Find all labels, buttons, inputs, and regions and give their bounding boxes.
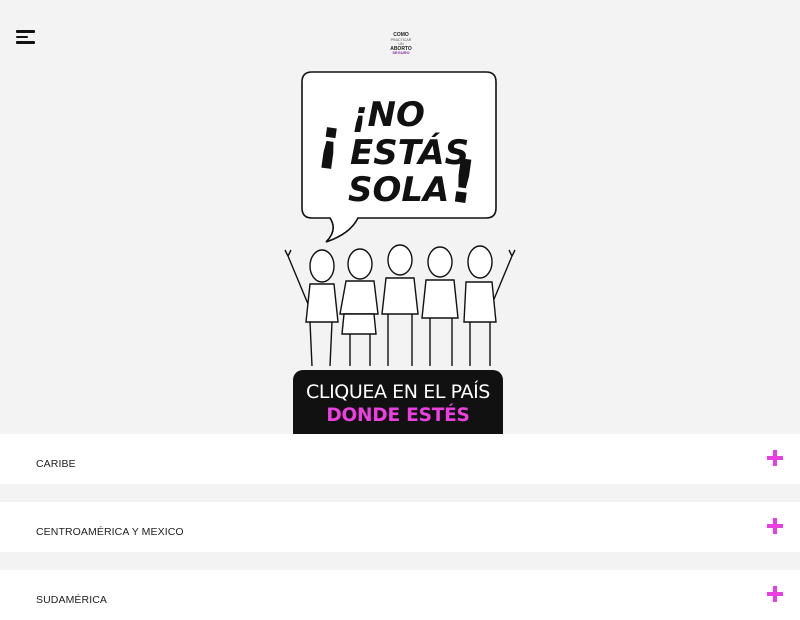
woman-1-legs xyxy=(309,321,333,367)
cta-line-1: CLIQUEA EN EL PAÍS xyxy=(306,381,490,403)
woman-5-body xyxy=(463,281,497,323)
region-label: SUDAMÉRICA xyxy=(36,594,108,606)
country-cta-banner[interactable]: CLIQUEA EN EL PAÍS DONDE ESTÉS xyxy=(293,370,503,434)
woman-2-body xyxy=(339,280,379,315)
speech-line-1: ¡NO xyxy=(352,95,425,135)
logo-text-4: SEGURO xyxy=(392,50,410,56)
woman-1-body xyxy=(305,283,339,323)
plus-icon[interactable] xyxy=(767,450,783,466)
cta-line-2: DONDE ESTÉS xyxy=(326,405,470,426)
region-accordion-caribe[interactable]: CARIBE xyxy=(0,434,800,484)
woman-5-legs xyxy=(469,322,491,366)
woman-5-head xyxy=(467,245,493,279)
menu-line xyxy=(16,30,35,33)
woman-4-legs xyxy=(429,318,453,366)
woman-2-legs xyxy=(349,334,371,366)
woman-2-head xyxy=(347,248,373,280)
woman-3-legs xyxy=(387,314,413,366)
speech-line-3: SOLA xyxy=(348,170,449,210)
region-accordion-sudamerica[interactable]: SUDAMÉRICA xyxy=(0,570,800,620)
menu-line xyxy=(16,41,35,44)
women-group xyxy=(284,244,516,367)
region-label: CENTROAMÉRICA Y MEXICO xyxy=(36,526,184,538)
woman-3-body xyxy=(381,277,419,315)
site-logo[interactable]: COMO PRACTICAR UN ABORTO SEGURO xyxy=(388,33,414,56)
woman-3-head xyxy=(387,244,413,276)
plus-icon[interactable] xyxy=(767,518,783,534)
woman-5-arm xyxy=(491,249,516,305)
region-label: CARIBE xyxy=(36,458,76,470)
woman-1-head xyxy=(309,249,335,283)
woman-1-arm xyxy=(284,249,309,305)
woman-4-body xyxy=(421,279,459,319)
menu-hamburger-icon[interactable] xyxy=(16,29,36,45)
woman-4-head xyxy=(427,246,453,278)
menu-line xyxy=(16,35,28,39)
region-accordion-centroamerica[interactable]: CENTROAMÉRICA Y MEXICO xyxy=(0,502,800,552)
woman-2-skirt xyxy=(341,313,377,335)
